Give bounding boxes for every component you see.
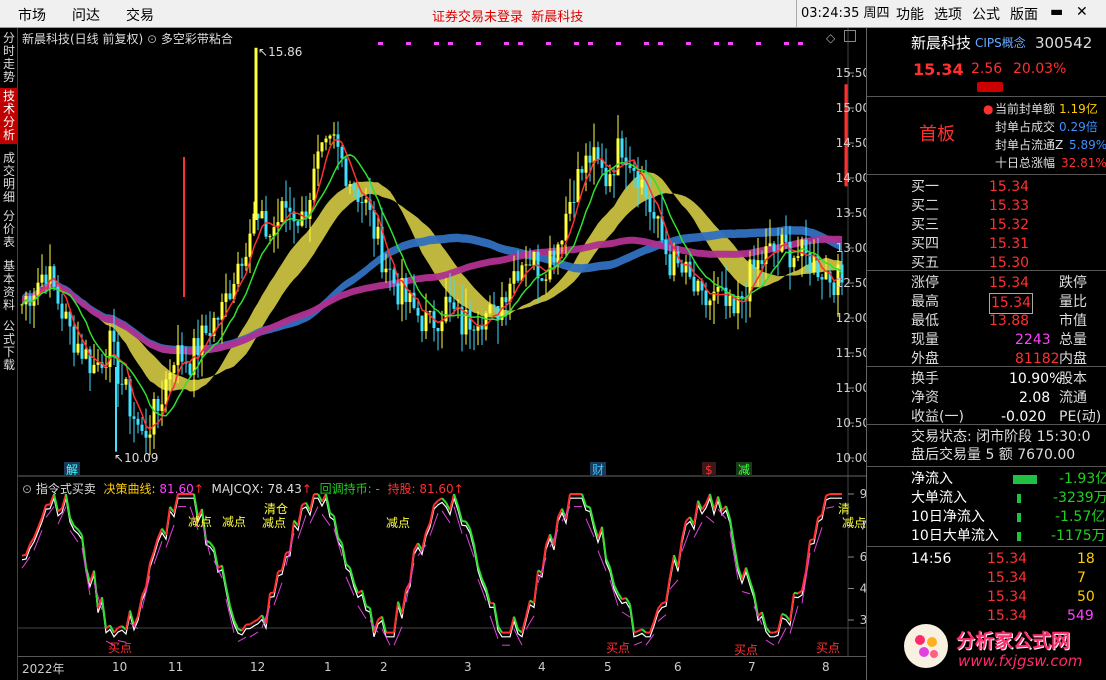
sub-annotation: 清 [838,502,850,516]
tab-fundamentals[interactable]: 基本资料 [0,258,18,314]
marker-dividend[interactable]: $ [705,463,713,477]
diamond-icon[interactable]: ◇ [826,31,835,45]
kline-chart[interactable]: 15.50 15.00 14.50 14.00 13.50 13.00 12.50 12.00… [18,28,894,657]
bid-label: 买一 [911,179,939,195]
menu-ask[interactable]: 问达 [72,5,100,25]
price-tick: 15.00 [836,101,866,115]
price-line: 15.34 2.56 20.03% [913,60,1067,79]
tab-formula-download[interactable]: 公式下载 [0,318,18,374]
price-tick: 11.50 [836,346,866,360]
expand-icon[interactable] [977,82,1003,92]
menu-layout[interactable]: 版面 [1010,4,1038,24]
chart-legend[interactable]: 新晨科技(日线 前复权) ⊙ 多空彩带粘合 [22,30,233,47]
left-tab-strip: 分时走势 技术分析 成交明细 分价表 基本资料 公式下载 [0,28,18,680]
marker-unlock[interactable]: 解 [66,463,78,477]
after-hours: 盘后交易量 5 额 7670.00 [911,447,1076,463]
bid-label: 买二 [911,198,939,214]
login-warning[interactable]: 证券交易未登录 新晨科技 [432,6,583,25]
price-tick: 12.50 [836,276,866,290]
tab-price-table[interactable]: 分价表 [0,208,18,251]
sub-annotation: 清仓 [264,502,288,516]
chart-area[interactable]: 15.50 15.00 14.50 14.00 13.50 13.00 12.50 12.00… [18,28,894,658]
menu-formula[interactable]: 公式 [972,4,1000,24]
minimize-icon[interactable]: ▬ [1050,4,1063,20]
clock: 03:24:35 周四 [796,0,890,27]
sub-annotation: 减点 [222,515,246,529]
flower-icon [915,635,925,645]
sub-legend[interactable]: ⊙ 指令式买卖 决策曲线: 81.60↑ MAJCQX: 78.43↑ 回调持币… [22,480,464,497]
time-axis: 2022年 10 11 12 1 2 3 4 5 6 7 8 日线 [18,656,880,680]
app-window: 市场 问达 交易 证券交易未登录 新晨科技 03:24:35 周四 功能 选项 … [0,0,1106,680]
price-tick: 10.00 [836,451,866,465]
menu-options[interactable]: 选项 [934,4,962,24]
sub-annotation: 减点 [386,516,410,530]
low-price-label: ↖10.09 [114,451,158,465]
sub-annotation: 减点 [842,516,866,530]
bid-price[interactable]: 15.33 [989,197,1029,216]
top-menubar: 市场 问达 交易 证券交易未登录 新晨科技 03:24:35 周四 功能 选项 … [0,0,1106,28]
close-icon[interactable]: ✕ [1076,4,1088,20]
marker-finance[interactable]: 财 [592,463,604,477]
menu-func[interactable]: 功能 [896,4,924,24]
bid-price[interactable]: 15.32 [989,216,1029,235]
price-tick: 14.50 [836,136,866,150]
sub-annotation: 减点 [188,515,212,529]
marker-reduce[interactable]: 减 [738,463,750,477]
maximize-icon[interactable] [844,30,856,42]
price-tick: 10.50 [836,416,866,430]
high-price-label: ↖15.86 [258,45,302,59]
tab-intraday[interactable]: 分时走势 [0,30,18,86]
price-tick: 15.50 [836,66,866,80]
quote-panel: 新晨科技 CIPS概念 300542 15.34 2.56 20.03% 首板 ● 当前封… [866,28,1106,680]
sub-annotation: 买点 [606,641,630,655]
sub-annotation: 买点 [816,641,840,655]
tab-transactions[interactable]: 成交明细 [0,150,18,206]
price-tick: 13.00 [836,241,866,255]
price-tick: 13.50 [836,206,866,220]
menu-market[interactable]: 市场 [18,5,46,25]
tab-technical[interactable]: 技术分析 [0,88,18,144]
menu-trade[interactable]: 交易 [126,5,154,25]
price-tick: 11.00 [836,381,866,395]
price-tick: 14.00 [836,171,866,185]
price-tick: 12.00 [836,311,866,325]
trade-status: 交易状态: 闭市阶段 15:30:0 [911,429,1091,445]
bid-price[interactable]: 15.31 [989,235,1029,254]
watermark: 分析家公式网 www.fxjgsw.com [898,612,1106,680]
bid-label: 买三 [911,217,939,233]
sub-annotation: 买点 [108,641,132,655]
sub-annotation: 减点 [262,516,286,530]
stock-header: 新晨科技 CIPS概念 300542 [911,34,1093,52]
bid-price[interactable]: 15.34 [989,178,1029,197]
sub-annotation: 买点 [734,643,758,656]
bid-label: 买四 [911,236,939,252]
